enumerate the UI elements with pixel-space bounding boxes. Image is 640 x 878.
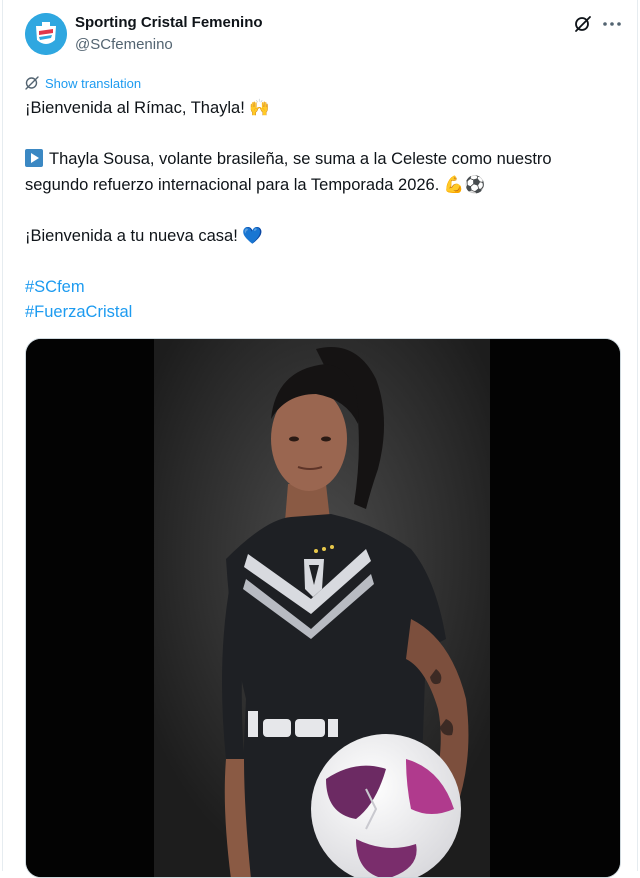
tweet-line-home: ¡Bienvenida a tu nueva casa! 💙	[25, 226, 263, 245]
club-crest-icon	[25, 13, 67, 55]
show-translation-label: Show translation	[45, 75, 142, 91]
author-name[interactable]: Sporting Cristal Femenino	[75, 14, 263, 31]
tweet-card: Sporting Cristal Femenino @SCfemenino Sh…	[2, 0, 638, 878]
tweet-line-announcement-cont: segundo refuerzo internacional para la T…	[25, 175, 485, 194]
author-handle[interactable]: @SCfemenino	[75, 36, 173, 53]
tweet-line-announcement: Thayla Sousa, volante brasileña, se suma…	[25, 147, 625, 173]
show-translation-link[interactable]: Show translation	[25, 74, 141, 92]
play-button-emoji	[25, 149, 43, 167]
hashtag-scfem[interactable]: #SCfem	[25, 278, 85, 296]
grok-icon[interactable]	[573, 14, 593, 34]
tweet-photo[interactable]	[25, 338, 621, 878]
avatar[interactable]	[25, 13, 67, 55]
player-photo-illustration	[26, 339, 620, 877]
hashtag-fuerzacristal[interactable]: #FuerzaCristal	[25, 303, 132, 321]
more-options-icon[interactable]	[601, 14, 623, 34]
translate-icon	[25, 76, 39, 90]
tweet-body: ¡Bienvenida al Rímac, Thayla! 🙌 Thayla S…	[25, 96, 625, 326]
tweet-line-welcome: ¡Bienvenida al Rímac, Thayla! 🙌	[25, 99, 270, 117]
